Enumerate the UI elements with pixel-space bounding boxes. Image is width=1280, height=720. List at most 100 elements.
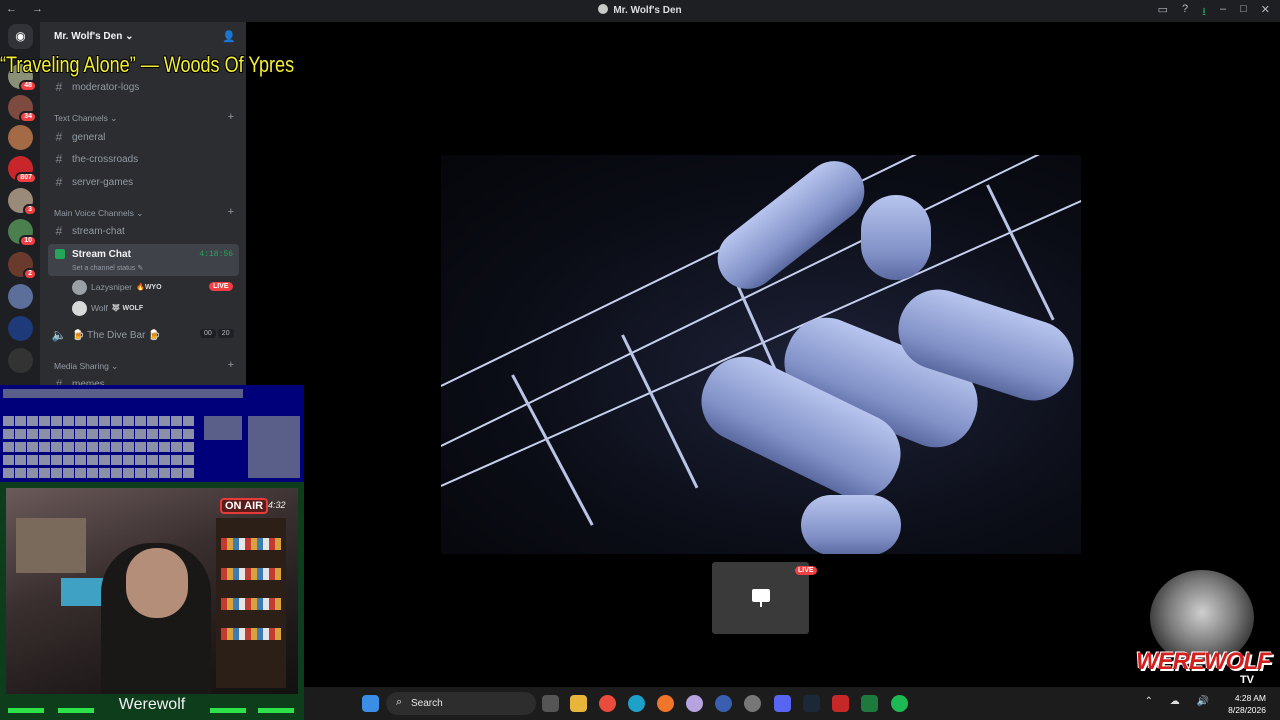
add-channel-icon[interactable]: + bbox=[228, 111, 234, 123]
file-explorer-icon[interactable] bbox=[570, 695, 587, 712]
hash-icon: # bbox=[55, 175, 63, 189]
werewolf-tv-logo: WEREWOLF TV bbox=[1136, 570, 1272, 688]
help-icon[interactable]: ? bbox=[1182, 3, 1188, 22]
close-button[interactable]: ✕ bbox=[1261, 3, 1270, 22]
inbox-icon[interactable]: ▭ bbox=[1158, 3, 1168, 22]
server-name[interactable]: Mr. Wolf's Den ⌄ bbox=[54, 31, 133, 42]
discord-icon[interactable] bbox=[774, 695, 791, 712]
taskbar: ⌕ Search ⌃ ☁ 🔊 4:28 AM 8/28/2026 bbox=[304, 687, 1280, 720]
stream-video[interactable] bbox=[441, 155, 1081, 554]
background-monitor bbox=[61, 578, 106, 606]
webcam-frame: ON AIR 4:32 Werewolf bbox=[0, 482, 304, 720]
channel-label: stream-chat bbox=[72, 225, 125, 237]
stream-preview-thumbnail[interactable] bbox=[712, 562, 809, 634]
hash-icon: # bbox=[55, 130, 63, 144]
taskbar-clock[interactable]: 4:28 AM 8/28/2026 bbox=[1228, 692, 1266, 716]
hand-finger bbox=[705, 155, 877, 301]
app-icon[interactable] bbox=[715, 695, 732, 712]
voice-user-count: 00 20 bbox=[200, 329, 234, 338]
clock-time: 4:28 AM bbox=[1234, 693, 1266, 703]
start-icon[interactable] bbox=[362, 695, 379, 712]
keyboard-row bbox=[3, 429, 194, 439]
server-icon-9[interactable] bbox=[8, 316, 33, 341]
steam-icon[interactable] bbox=[803, 695, 820, 712]
window-title-text: Mr. Wolf's Den bbox=[613, 5, 682, 16]
clock-date: 8/28/2026 bbox=[1228, 705, 1266, 715]
logo-tv: TV bbox=[1239, 674, 1254, 686]
task-view-icon[interactable] bbox=[542, 695, 559, 712]
server-icon-4[interactable]: 807 bbox=[8, 156, 37, 184]
channel-status[interactable]: Set a channel status ✎ bbox=[72, 264, 143, 272]
numpad bbox=[248, 416, 300, 478]
channel-server-games[interactable]: # server-games bbox=[50, 172, 238, 192]
channel-stream-chat[interactable]: # stream-chat bbox=[50, 221, 238, 241]
user-count: 00 bbox=[200, 329, 216, 338]
category-main-voice[interactable]: Main Voice Channels ⌄ bbox=[54, 208, 143, 219]
channel-moderator-logs[interactable]: # moderator-logs bbox=[50, 77, 238, 97]
voice-channel-name: Stream Chat bbox=[72, 249, 131, 260]
server-icon-5[interactable]: 3 bbox=[8, 188, 37, 216]
hand-finger bbox=[801, 495, 901, 554]
voice-channel-stream-chat[interactable]: Stream Chat Set a channel status ✎ 4:18:… bbox=[48, 244, 239, 276]
channel-general[interactable]: # general bbox=[50, 127, 238, 147]
keyboard-row bbox=[3, 468, 194, 478]
voice-timer: 4:18:56 bbox=[199, 250, 233, 259]
title-bar: ← → Mr. Wolf's Den ▭ ? ⭳ – □ ✕ bbox=[0, 0, 1280, 22]
server-badge: 3 bbox=[23, 204, 37, 216]
search-icon: ⌕ bbox=[396, 696, 403, 708]
server-icon-10[interactable] bbox=[8, 348, 33, 373]
add-channel-icon[interactable]: + bbox=[228, 359, 234, 371]
category-media-sharing[interactable]: Media Sharing ⌄ bbox=[54, 361, 118, 372]
keyboard-row bbox=[3, 416, 194, 426]
hand-finger bbox=[861, 195, 931, 280]
chrome-icon[interactable] bbox=[599, 695, 616, 712]
server-icon-3[interactable] bbox=[8, 125, 33, 150]
app-icon[interactable] bbox=[686, 695, 703, 712]
channel-label: the-crossroads bbox=[72, 153, 139, 165]
category-text-channels[interactable]: Text Channels ⌄ bbox=[54, 113, 117, 124]
download-icon[interactable]: ⭳ bbox=[1202, 3, 1206, 22]
title-bar-actions: ▭ ? ⭳ – □ ✕ bbox=[1158, 3, 1270, 22]
server-icon-6[interactable]: 10 bbox=[8, 219, 37, 247]
guitar-fret bbox=[621, 334, 699, 489]
add-channel-icon[interactable]: + bbox=[228, 206, 234, 218]
streamer-face bbox=[126, 548, 188, 618]
function-keys bbox=[3, 389, 243, 398]
maximize-button[interactable]: □ bbox=[1240, 3, 1247, 22]
server-badge: 807 bbox=[15, 172, 37, 184]
edge-icon[interactable] bbox=[628, 695, 645, 712]
server-icon-7[interactable]: 2 bbox=[8, 252, 37, 280]
avatar bbox=[72, 300, 87, 316]
firefox-icon[interactable] bbox=[657, 695, 674, 712]
obs-icon[interactable] bbox=[832, 695, 849, 712]
user-limit: 20 bbox=[217, 329, 234, 338]
search-label: Search bbox=[411, 698, 443, 709]
excel-icon[interactable] bbox=[861, 695, 878, 712]
channel-the-crossroads[interactable]: # the-crossroads bbox=[50, 149, 238, 169]
avatar bbox=[72, 279, 87, 295]
system-tray[interactable]: ⌃ ☁ 🔊 bbox=[1145, 696, 1216, 707]
webcam-clock: 4:32 bbox=[268, 500, 286, 510]
speaker-icon: 🔈 bbox=[51, 328, 67, 342]
channel-label: general bbox=[72, 131, 106, 143]
server-icon-2[interactable]: 34 bbox=[8, 95, 37, 123]
server-icon-8[interactable] bbox=[8, 284, 33, 309]
hash-icon: # bbox=[55, 152, 63, 166]
voice-user-lazysniper[interactable]: Lazysniper 🔥WYO bbox=[72, 278, 162, 296]
add-member-icon[interactable]: 👤 bbox=[222, 30, 236, 43]
on-air-sign: ON AIR bbox=[220, 498, 269, 514]
guitar-fret bbox=[986, 184, 1055, 321]
minimize-button[interactable]: – bbox=[1220, 3, 1226, 22]
discord-home-icon[interactable]: ◉ bbox=[8, 24, 33, 49]
server-badge: 34 bbox=[19, 111, 37, 123]
settings-icon[interactable] bbox=[744, 695, 761, 712]
taskbar-search[interactable]: ⌕ Search bbox=[386, 692, 536, 715]
speaker-icon bbox=[55, 249, 65, 259]
live-badge: LIVE bbox=[209, 282, 233, 291]
window-title: Mr. Wolf's Den bbox=[0, 4, 1280, 16]
server-badge: 48 bbox=[19, 80, 37, 92]
webcam-name-label: Werewolf bbox=[118, 696, 186, 713]
voice-user-wolf[interactable]: Wolf 🐺 WOLF bbox=[72, 299, 143, 317]
keyboard-overlay bbox=[0, 385, 304, 482]
spotify-icon[interactable] bbox=[891, 695, 908, 712]
